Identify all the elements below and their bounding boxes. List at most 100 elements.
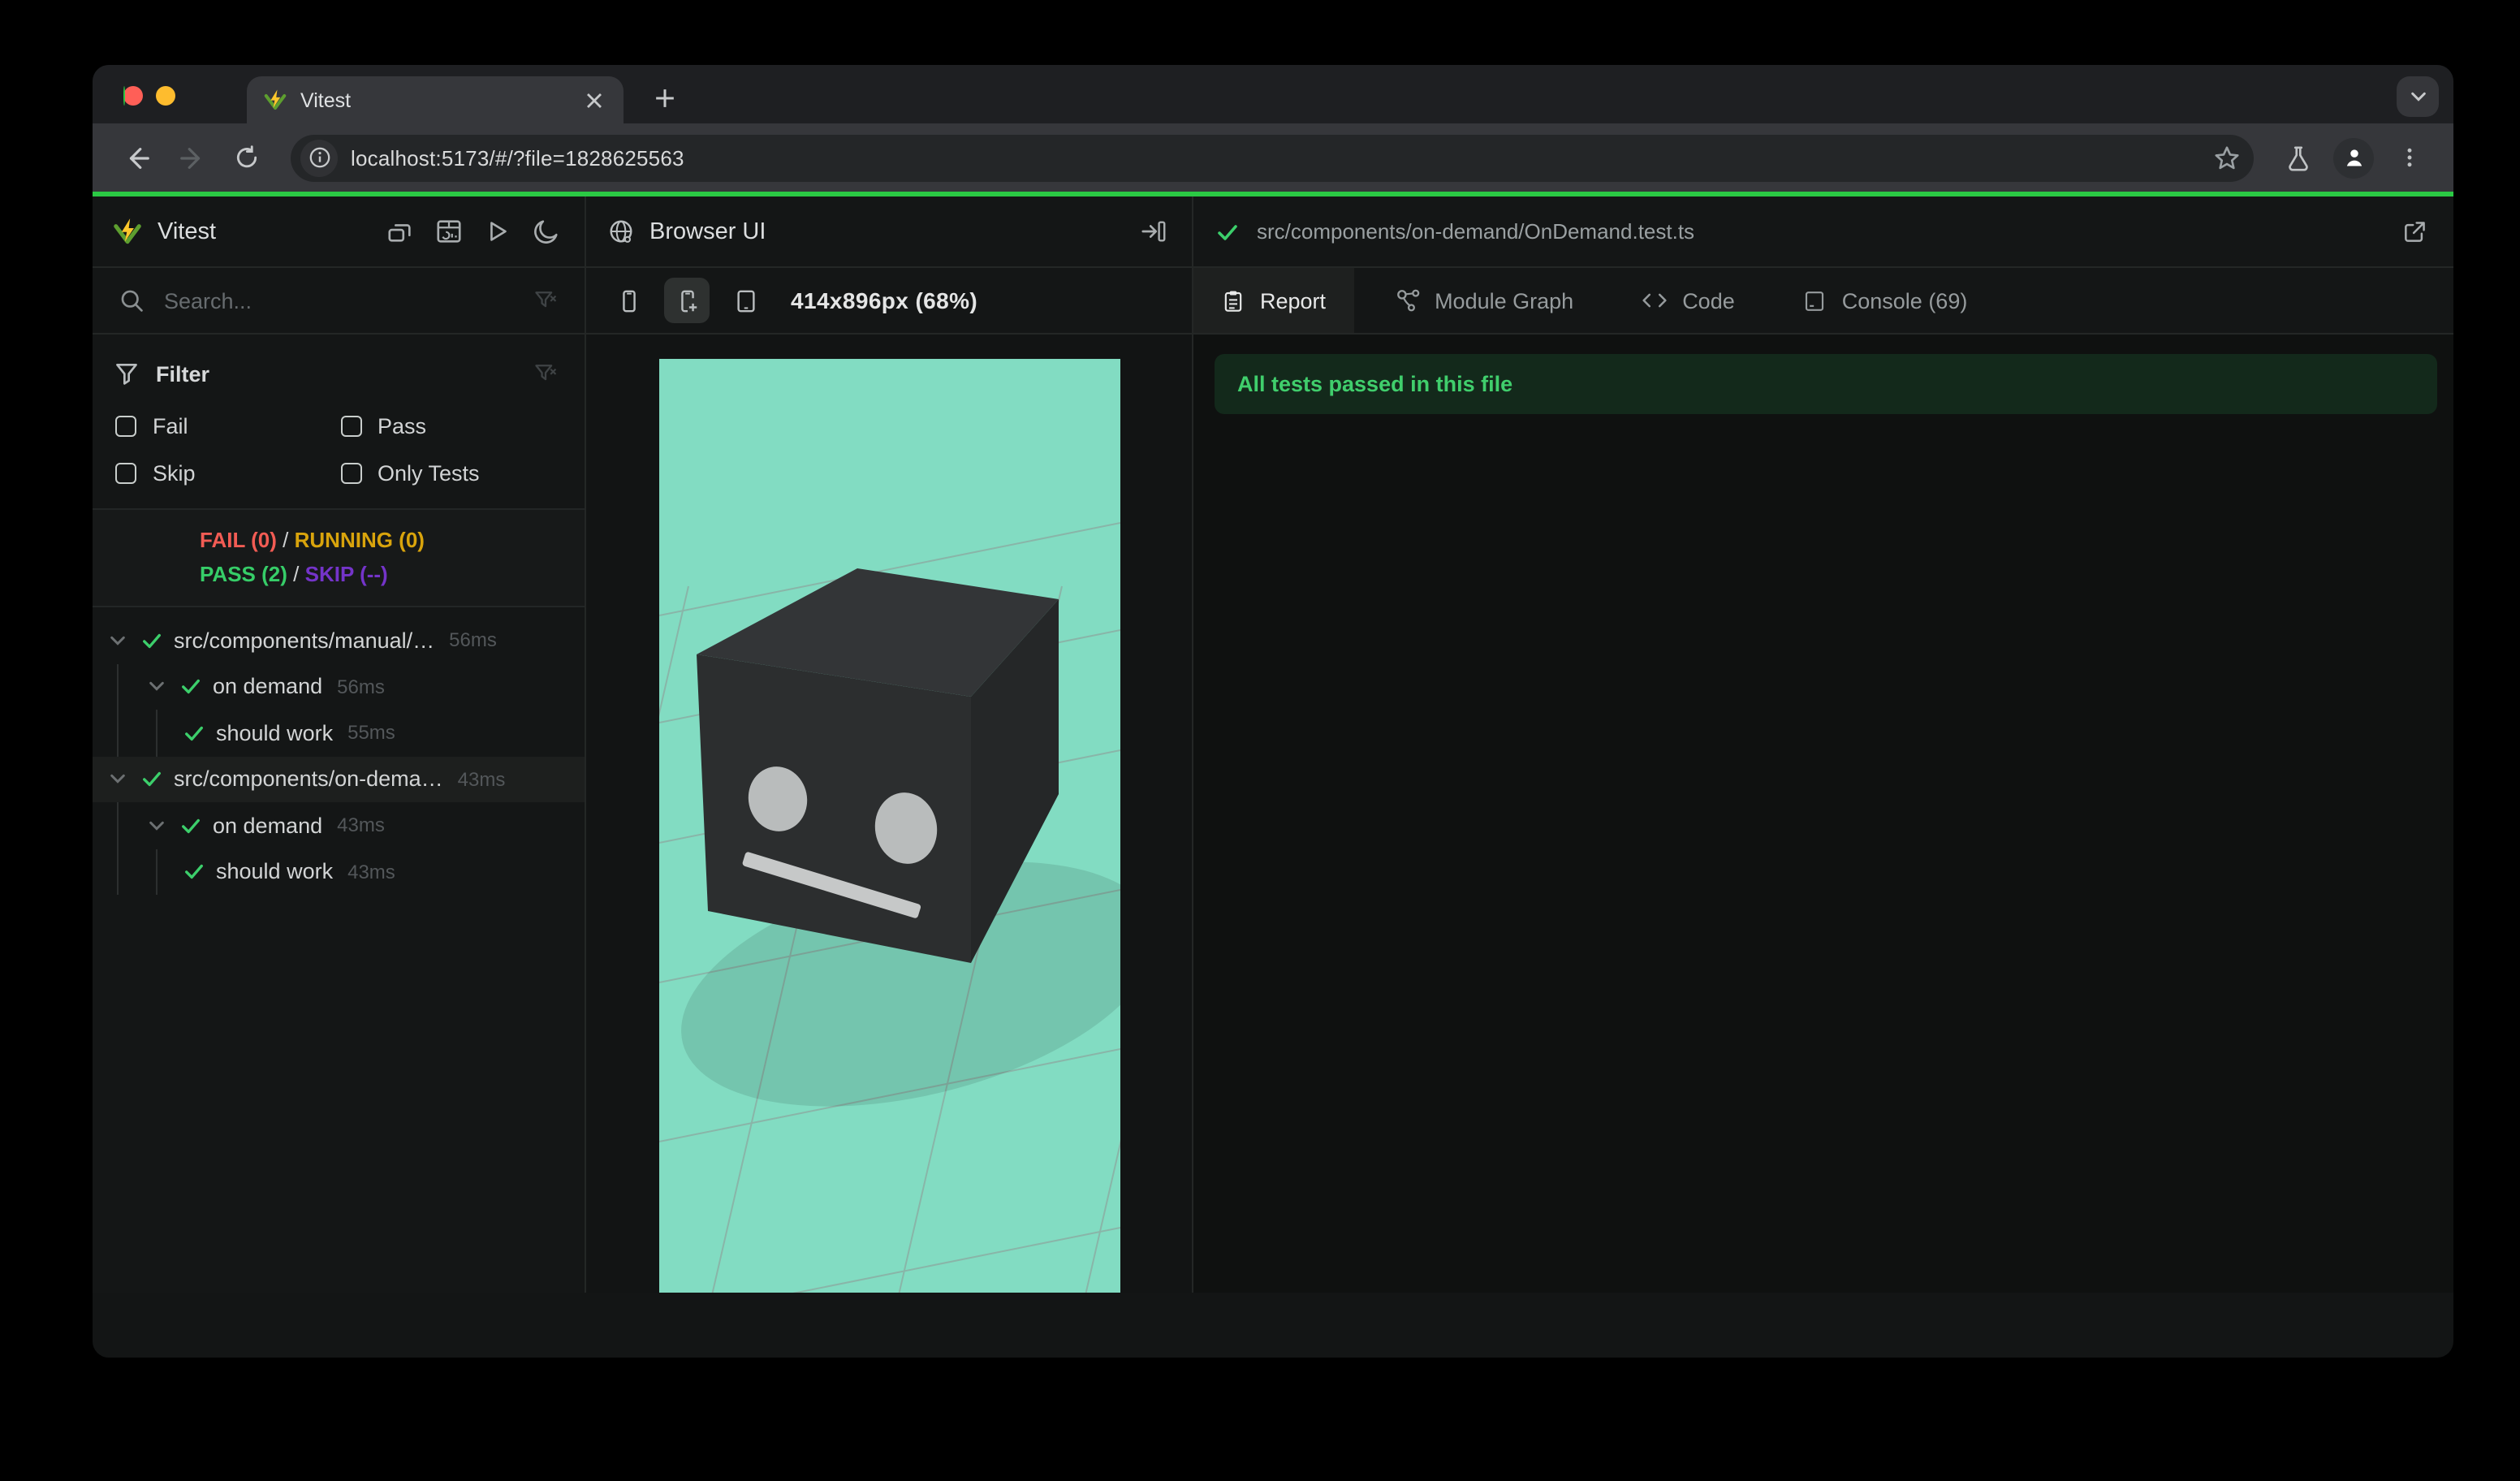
sidebar: Vitest Search... Filter Fail Pass Skip O… [93, 196, 586, 1293]
sidebar-content: Filter Fail Pass Skip Only Tests FAIL (0… [93, 335, 585, 1293]
tab-console[interactable]: Console (69) [1776, 268, 1996, 333]
minimize-window-button[interactable] [156, 86, 175, 106]
new-tab-button[interactable] [643, 76, 685, 119]
only-tests-checkbox[interactable] [340, 463, 361, 484]
filter-option-skip[interactable]: Skip [115, 461, 340, 486]
zoom-window-button[interactable] [123, 86, 125, 106]
pass-check-icon [177, 813, 203, 839]
tree-test-row[interactable]: should work 55ms [93, 710, 585, 756]
pass-check-icon [180, 859, 206, 885]
browser-ui-header: Browser UI [586, 196, 1192, 268]
search-row [93, 268, 585, 335]
tab-module-graph[interactable]: Module Graph [1366, 268, 1601, 333]
close-window-button[interactable] [123, 86, 143, 106]
device-tablet-icon[interactable] [723, 278, 768, 323]
chevron-down-icon[interactable] [106, 629, 128, 652]
pass-check-icon [180, 720, 206, 746]
summary-line-2: PASS (2) / SKIP (--) [200, 562, 388, 586]
clear-filter-icon[interactable] [526, 354, 565, 393]
filter-title: Filter [156, 361, 210, 386]
tree-indent-guide [117, 802, 119, 848]
reload-icon[interactable] [222, 133, 271, 182]
sidebar-header-actions [380, 212, 565, 251]
clear-search-filter-icon[interactable] [526, 281, 565, 320]
summary-line-1: FAIL (0) / RUNNING (0) [200, 528, 425, 552]
device-phone-small-icon[interactable] [606, 278, 651, 323]
app-title: Vitest [158, 218, 217, 244]
run-all-play-icon[interactable] [477, 212, 516, 251]
pass-check-icon [138, 766, 164, 792]
menu-kebab-icon[interactable] [2385, 133, 2434, 182]
tab-strip: Vitest [93, 65, 2453, 123]
browser-ui-content [586, 335, 1192, 1293]
skip-checkbox[interactable] [115, 463, 136, 484]
dashboard-report-icon[interactable] [429, 212, 468, 251]
tree-test-row[interactable]: should work 43ms [93, 848, 585, 895]
tree-file-row[interactable]: src/components/manual/… 56ms [93, 617, 585, 663]
forward-icon[interactable] [167, 133, 216, 182]
test-tree: src/components/manual/… 56ms on demand 5… [93, 607, 585, 895]
file-pass-check-icon [1213, 212, 1242, 251]
search-icon [112, 281, 151, 320]
back-icon[interactable] [112, 133, 161, 182]
filter-option-pass[interactable]: Pass [340, 414, 565, 438]
vitest-favicon-icon [263, 88, 287, 112]
fail-count: FAIL (0) [200, 528, 277, 552]
tree-indent-guide [156, 848, 158, 895]
pass-count: PASS (2) [200, 562, 287, 586]
filter-options: Fail Pass Skip Only Tests [112, 414, 565, 486]
report-content: All tests passed in this file [1193, 335, 2453, 1293]
tab-search-button[interactable] [2397, 76, 2439, 117]
tab-close-icon[interactable] [581, 87, 607, 113]
browser-tab[interactable]: Vitest [247, 76, 624, 123]
cascade-windows-icon[interactable] [380, 212, 419, 251]
vitest-logo-icon [112, 216, 143, 247]
chevron-down-icon[interactable] [145, 676, 167, 698]
browser-ui-panel: Browser UI 414x896px (68%) [586, 196, 1193, 1293]
sidebar-header: Vitest [93, 196, 585, 268]
browser-window: Vitest localhost:5173/#/?file=1828625563 [93, 65, 2453, 1358]
search-input[interactable] [164, 288, 513, 313]
all-tests-passed-banner: All tests passed in this file [1215, 354, 2437, 414]
fail-checkbox[interactable] [115, 416, 136, 437]
site-info-icon[interactable] [300, 139, 338, 176]
open-external-icon[interactable] [2395, 212, 2434, 251]
chevron-down-icon[interactable] [145, 814, 167, 837]
tab-code[interactable]: Code [1614, 268, 1763, 333]
dark-mode-moon-icon[interactable] [526, 212, 565, 251]
test-summary: FAIL (0) / RUNNING (0) PASS (2) / SKIP (… [93, 508, 585, 607]
chevron-down-icon[interactable] [106, 768, 128, 791]
pass-checkbox[interactable] [340, 416, 361, 437]
tree-indent-guide [117, 848, 119, 895]
filter-option-only-tests[interactable]: Only Tests [340, 461, 565, 486]
traffic-lights [123, 86, 175, 106]
report-panel: src/components/on-demand/OnDemand.test.t… [1193, 196, 2453, 1293]
globe-icon [606, 212, 635, 251]
experiments-flask-icon[interactable] [2273, 133, 2322, 182]
tree-indent-guide [156, 710, 158, 756]
tab-report[interactable]: Report [1193, 268, 1354, 333]
browser-toolbar: localhost:5173/#/?file=1828625563 [93, 123, 2453, 192]
report-header: src/components/on-demand/OnDemand.test.t… [1193, 196, 2453, 268]
tree-indent-guide [117, 710, 119, 756]
tree-suite-row[interactable]: on demand 43ms [93, 802, 585, 848]
tree-file-row-selected[interactable]: src/components/on-dema… 43ms [93, 756, 585, 802]
device-toolbar: 414x896px (68%) [586, 268, 1192, 335]
funnel-icon [112, 354, 141, 393]
filter-option-fail[interactable]: Fail [115, 414, 340, 438]
profile-avatar[interactable] [2333, 137, 2374, 178]
skip-count: SKIP (--) [304, 562, 388, 586]
tree-indent-guide [117, 663, 119, 710]
viewport-size-label: 414x896px (68%) [791, 287, 978, 313]
device-viewport-preview[interactable] [658, 359, 1120, 1293]
running-count: RUNNING (0) [294, 528, 425, 552]
bookmark-star-icon[interactable] [2208, 140, 2244, 175]
tree-suite-row[interactable]: on demand 56ms [93, 663, 585, 710]
filter-block: Filter Fail Pass Skip Only Tests [93, 335, 585, 508]
url-text: localhost:5173/#/?file=1828625563 [351, 145, 684, 170]
panel-expand-icon[interactable] [1133, 212, 1172, 251]
device-phone-plus-icon[interactable] [664, 278, 710, 323]
url-bar[interactable]: localhost:5173/#/?file=1828625563 [291, 134, 2254, 181]
test-file-path: src/components/on-demand/OnDemand.test.t… [1257, 219, 1695, 244]
tab-title: Vitest [300, 89, 352, 111]
